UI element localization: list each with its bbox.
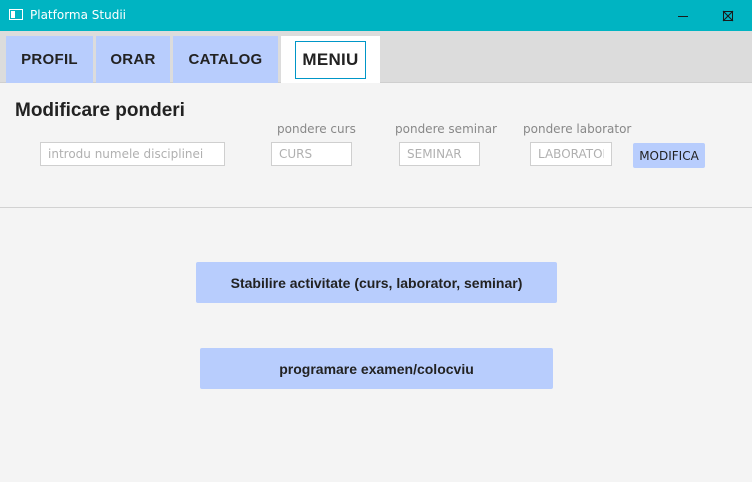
minimize-icon [678, 15, 688, 17]
schedule-exam-button[interactable]: programare examen/colocviu [200, 348, 553, 389]
laborator-weight-input[interactable] [530, 142, 612, 166]
tab-meniu-label: MENIU [295, 40, 366, 79]
modify-button[interactable]: MODIFICA [633, 143, 705, 168]
curs-weight-input[interactable] [271, 142, 352, 166]
discipline-name-input[interactable] [40, 142, 225, 166]
section-divider [0, 207, 752, 208]
seminar-weight-label: pondere seminar [395, 122, 497, 136]
tab-bar: PROFIL ORAR CATALOG MENIU [0, 31, 752, 83]
seminar-weight-input[interactable] [399, 142, 480, 166]
close-button[interactable] [705, 0, 751, 31]
set-activity-button[interactable]: Stabilire activitate (curs, laborator, s… [196, 262, 557, 303]
tab-orar[interactable]: ORAR [96, 36, 170, 83]
close-icon [722, 10, 734, 21]
app-window-icon [9, 9, 23, 20]
tab-catalog[interactable]: CATALOG [173, 36, 278, 83]
title-bar: Platforma Studii [0, 0, 752, 31]
laborator-weight-label: pondere laborator [523, 122, 632, 136]
curs-weight-label: pondere curs [277, 122, 356, 136]
tab-profil[interactable]: PROFIL [6, 36, 93, 83]
tab-meniu[interactable]: MENIU [281, 36, 380, 83]
window-title: Platforma Studii [30, 8, 126, 22]
minimize-button[interactable] [660, 0, 706, 31]
section-title: Modificare ponderi [15, 100, 185, 121]
